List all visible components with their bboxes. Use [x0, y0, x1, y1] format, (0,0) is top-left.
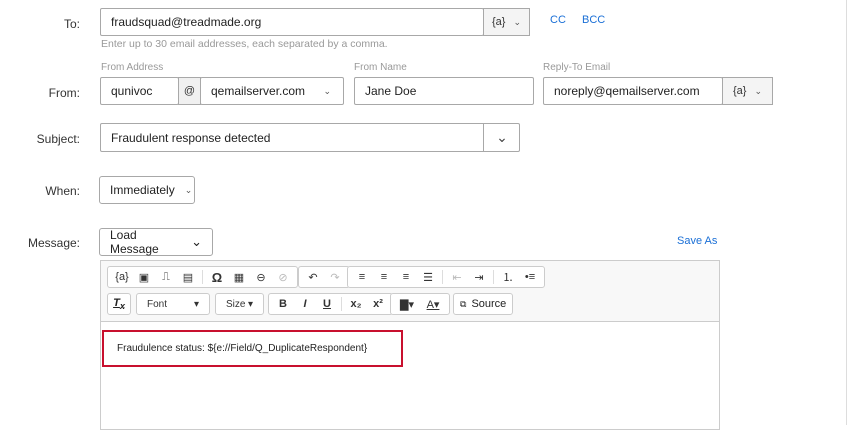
caret-down-icon: ▾	[193, 298, 199, 310]
subscript-icon[interactable]: x₂	[346, 298, 366, 310]
size-label: Size	[226, 298, 246, 310]
subject-input[interactable]: Fraudulent response detected	[100, 123, 520, 152]
save-as-link[interactable]: Save As	[677, 235, 717, 247]
page-break-icon[interactable]: ⎍	[156, 271, 176, 284]
chevron-down-icon: ⌄	[513, 16, 521, 27]
font-label: Font	[147, 298, 168, 310]
piped-text-label: {a}	[491, 16, 506, 28]
bold-button[interactable]: B	[273, 298, 293, 310]
from-address-label: From Address	[101, 62, 164, 73]
link-icon[interactable]: ⊖	[251, 271, 271, 284]
media-icon[interactable]: ▤	[178, 271, 198, 284]
from-name-input[interactable]: Jane Doe	[354, 77, 534, 105]
cc-link[interactable]: CC	[550, 14, 566, 26]
numbered-list-icon[interactable]: ⒈	[498, 269, 518, 285]
table-icon[interactable]: ▦	[229, 271, 249, 284]
align-right-icon[interactable]: ≡	[396, 271, 416, 283]
to-helper-text: Enter up to 30 email addresses, each sep…	[101, 38, 388, 50]
reply-to-value: noreply@qemailserver.com	[554, 84, 700, 98]
basic-styles-group: B I U x₂ x²	[268, 293, 393, 315]
to-value: fraudsquad@treadmade.org	[111, 15, 262, 29]
from-address-value: qunivoc	[111, 84, 153, 98]
colors-group: ▇▾ A▾	[390, 293, 450, 315]
reply-to-input[interactable]: noreply@qemailserver.com	[543, 77, 723, 105]
source-label: Source	[471, 298, 507, 310]
font-select[interactable]: Font ▾	[136, 293, 210, 315]
italic-button[interactable]: I	[295, 298, 315, 310]
paragraph-toolbar-group: ≡ ≡ ≡ ☰ ⇤ ⇥ ⒈ •≡	[347, 266, 545, 288]
chevron-down-icon: ⌄	[754, 85, 762, 96]
when-select[interactable]: Immediately ⌄	[99, 176, 195, 204]
insert-toolbar-group: {a} ▣ ⎍ ▤ Ω ▦ ⊖ ⊘	[107, 266, 298, 288]
bcc-link[interactable]: BCC	[582, 14, 605, 26]
justify-icon[interactable]: ☰	[418, 271, 438, 284]
chevron-down-icon: ⌄	[184, 184, 193, 195]
separator	[341, 297, 342, 311]
from-domain-select[interactable]: qemailserver.com ⌄	[200, 77, 344, 105]
at-text: @	[183, 85, 196, 97]
clear-format-icon: Tx	[113, 296, 125, 312]
underline-button[interactable]: U	[317, 298, 337, 310]
text-color-icon[interactable]: A▾	[421, 298, 445, 311]
source-icon: ⧉	[460, 298, 467, 309]
caret-down-icon: ▾	[247, 298, 253, 310]
superscript-icon[interactable]: x²	[368, 298, 388, 310]
subject-label: Subject:	[36, 132, 80, 146]
editor-content-text: Fraudulence status: ${e://Field/Q_Duplic…	[117, 343, 368, 354]
from-address-input[interactable]: qunivoc	[100, 77, 179, 105]
separator	[493, 270, 494, 284]
when-value: Immediately	[110, 183, 175, 197]
message-label: Message:	[27, 236, 80, 250]
piped-text-label: {a}	[732, 85, 747, 97]
reply-to-label: Reply-To Email	[543, 62, 611, 73]
chevron-down-icon: ⌄	[191, 234, 202, 249]
scrollbar-track[interactable]	[846, 0, 847, 425]
align-center-icon[interactable]: ≡	[374, 271, 394, 283]
from-label: From:	[48, 86, 80, 100]
align-left-icon[interactable]: ≡	[352, 271, 372, 283]
from-domain-value: qemailserver.com	[211, 84, 306, 98]
when-label: When:	[45, 184, 80, 198]
special-character-icon[interactable]: Ω	[207, 270, 227, 285]
redo-icon[interactable]: ↷	[325, 271, 345, 284]
at-sign: @	[178, 77, 201, 105]
separator	[202, 270, 203, 284]
image-icon[interactable]: ▣	[134, 271, 154, 284]
subject-dropdown-chevron-icon[interactable]: ⌄	[483, 123, 520, 152]
source-button[interactable]: ⧉ Source	[453, 293, 514, 315]
clear-format-button[interactable]: Tx	[107, 293, 131, 315]
load-message-label: Load Message	[110, 228, 159, 256]
background-color-icon[interactable]: ▇▾	[395, 298, 419, 311]
from-name-label: From Name	[354, 62, 407, 73]
size-select[interactable]: Size ▾	[215, 293, 264, 315]
chevron-down-icon: ⌄	[323, 85, 331, 96]
undo-icon[interactable]: ↶	[303, 271, 323, 284]
indent-icon[interactable]: ⇥	[469, 271, 489, 284]
from-name-value: Jane Doe	[365, 84, 417, 98]
subject-value: Fraudulent response detected	[111, 130, 271, 145]
editor-content-highlight[interactable]: Fraudulence status: ${e://Field/Q_Duplic…	[102, 330, 403, 367]
piped-text-button[interactable]: {a}	[112, 271, 132, 283]
bulleted-list-icon[interactable]: •≡	[520, 271, 540, 283]
load-message-button[interactable]: Load Message ⌄	[99, 228, 213, 256]
reply-piped-text-button[interactable]: {a} ⌄	[722, 77, 773, 105]
history-toolbar-group: ↶ ↷	[298, 266, 350, 288]
to-piped-text-button[interactable]: {a} ⌄	[483, 8, 530, 36]
unlink-icon[interactable]: ⊘	[273, 271, 293, 284]
to-label: To:	[63, 17, 80, 31]
outdent-icon[interactable]: ⇤	[447, 271, 467, 284]
separator	[442, 270, 443, 284]
to-input[interactable]: fraudsquad@treadmade.org	[100, 8, 484, 36]
